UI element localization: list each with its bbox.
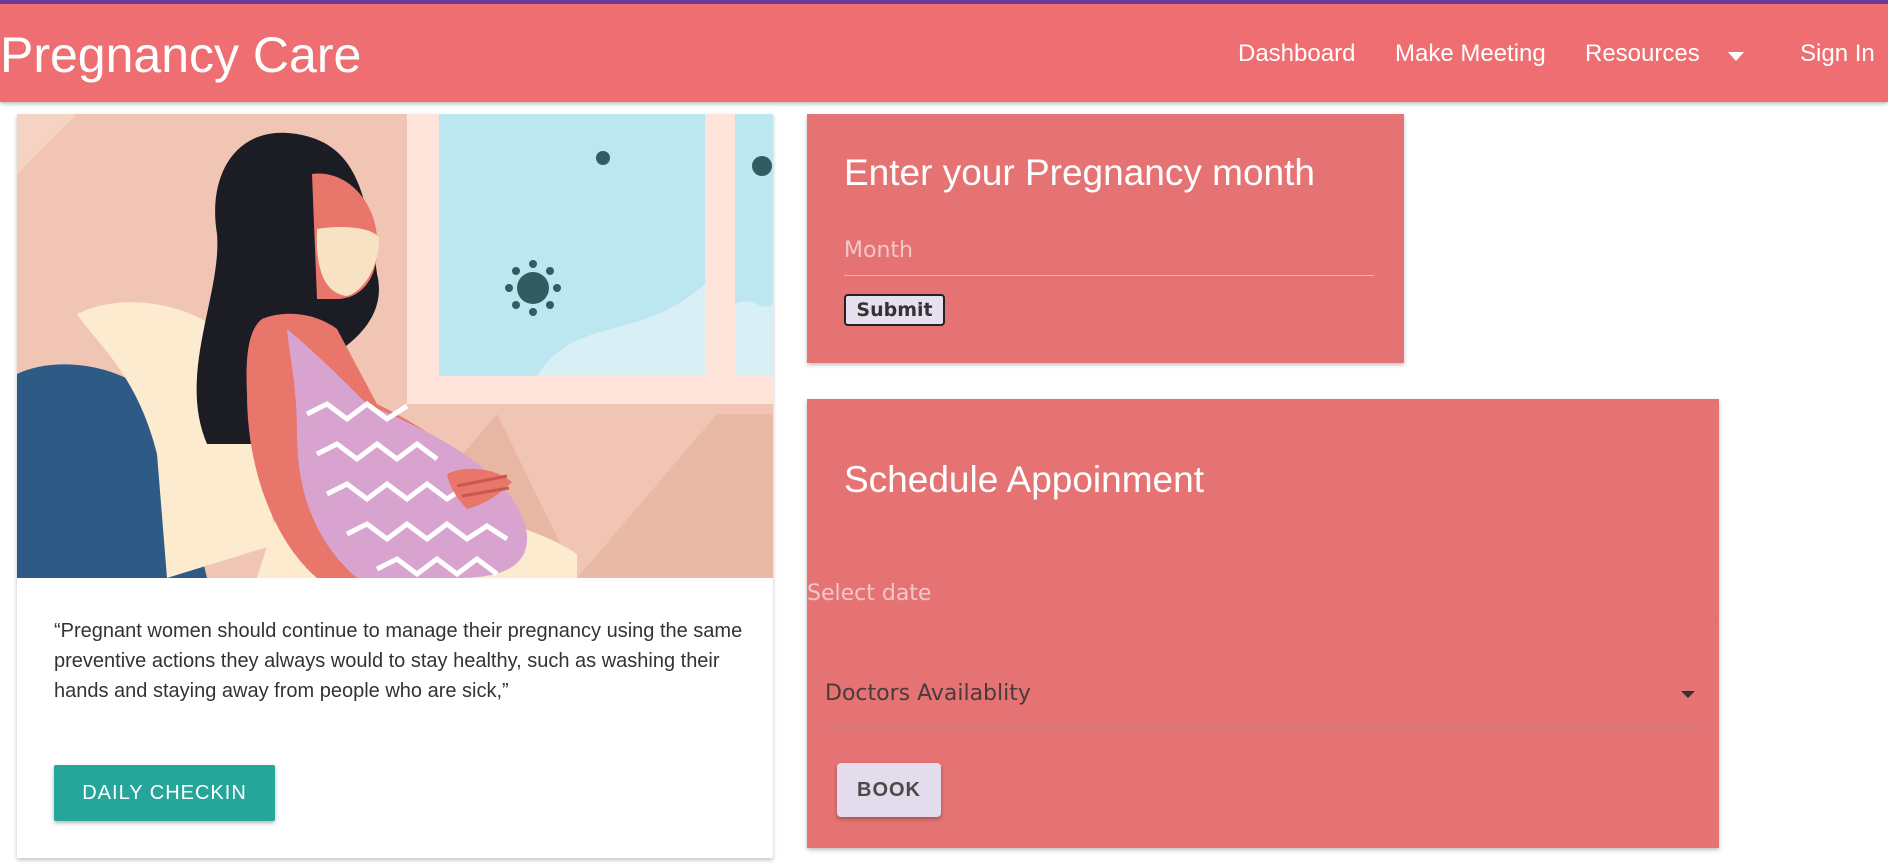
- date-input[interactable]: [807, 566, 1719, 622]
- pregnant-woman-illustration: [17, 114, 773, 578]
- nav-link-resources[interactable]: Resources: [1585, 40, 1700, 68]
- schedule-appointment-card: Schedule Appoinment Doctors Availablity …: [807, 399, 1719, 848]
- book-button[interactable]: BOOK: [837, 763, 941, 817]
- doctor-availability-select[interactable]: Doctors Availablity: [825, 669, 1701, 727]
- brand-logo[interactable]: Pregnancy Care: [0, 26, 361, 84]
- health-quote: “Pregnant women should continue to manag…: [54, 620, 743, 702]
- pregnancy-month-card: Enter your Pregnancy month Submit: [807, 114, 1404, 363]
- nav-link-sign-in[interactable]: Sign In: [1800, 40, 1875, 68]
- info-card: “Pregnant women should continue to manag…: [17, 114, 773, 858]
- schedule-title: Schedule Appoinment: [844, 459, 1204, 500]
- chevron-down-icon: [1681, 691, 1695, 698]
- nav-link-make-meeting[interactable]: Make Meeting: [1395, 40, 1546, 68]
- navbar: Pregnancy Care Dashboard Make Meeting Re…: [0, 4, 1888, 102]
- submit-button[interactable]: Submit: [844, 294, 945, 326]
- pregnancy-month-title: Enter your Pregnancy month: [844, 152, 1315, 193]
- doctor-availability-label: Doctors Availablity: [825, 681, 1031, 706]
- month-input[interactable]: [844, 226, 1374, 276]
- daily-checkin-button[interactable]: DAILY CHECKIN: [54, 765, 275, 821]
- nav-link-dashboard[interactable]: Dashboard: [1238, 40, 1355, 68]
- chevron-down-icon[interactable]: [1728, 52, 1744, 61]
